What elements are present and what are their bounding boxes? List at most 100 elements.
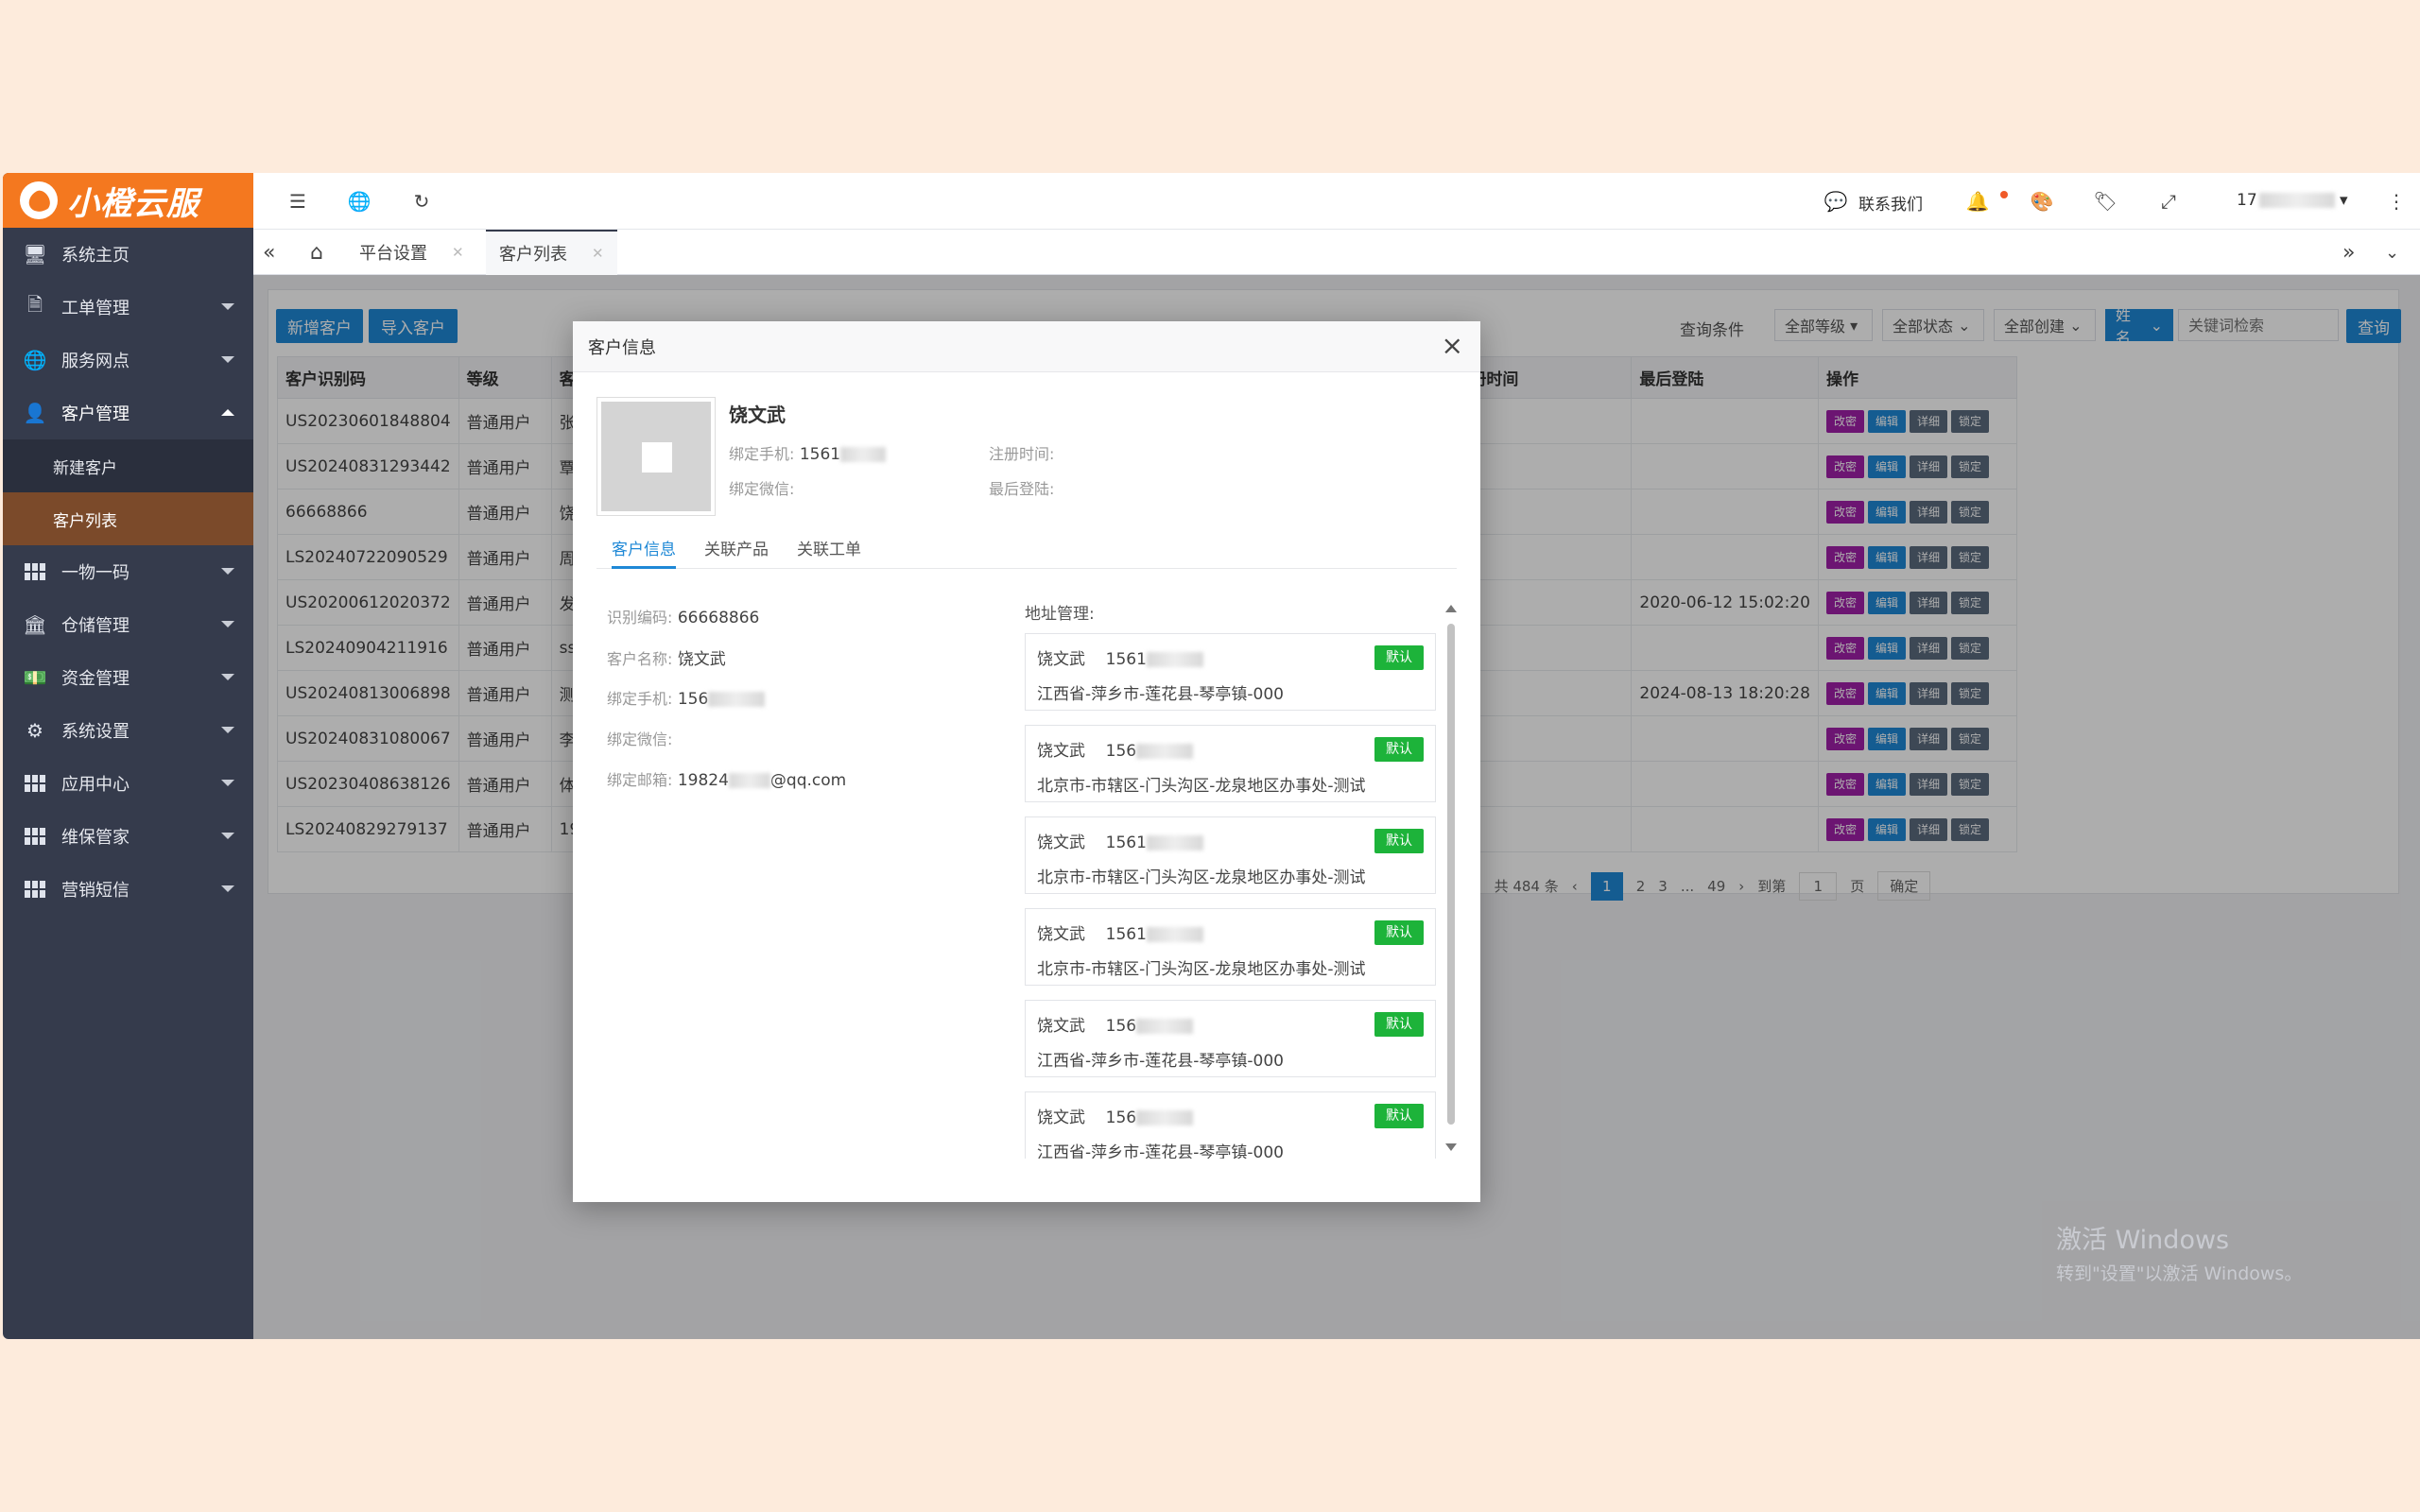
info-label: 绑定邮箱: xyxy=(607,771,673,789)
address-card[interactable]: 饶文武 1561 江西省-萍乡市-莲花县-琴亭镇-000 默认 xyxy=(1025,633,1436,711)
tabs-scroll-left-icon[interactable]: « xyxy=(263,230,275,275)
user-name-text: 17 xyxy=(2237,191,2257,210)
sidebar-item-outlets[interactable]: 🌐 服务网点 xyxy=(3,334,253,387)
address-card[interactable]: 饶文武 1561 北京市-市辖区-门头沟区-龙泉地区办事处-测试 默认 xyxy=(1025,908,1436,986)
info-value-suffix: @qq.com xyxy=(769,771,847,790)
sidebar-item-maintenance[interactable]: 维保管家 xyxy=(3,810,253,863)
header-last-login: 最后登陆: xyxy=(989,476,1054,499)
address-scrollbar[interactable] xyxy=(1443,601,1457,1159)
contact-us-link[interactable]: 联系我们 xyxy=(1858,191,1923,215)
masked-text xyxy=(1146,927,1203,942)
address-text: 北京市-市辖区-门头沟区-龙泉地区办事处-测试 xyxy=(1037,777,1366,796)
modal-title: 客户信息 xyxy=(588,337,656,358)
caret-down-icon xyxy=(221,727,234,733)
address-card[interactable]: 饶文武 1561 北京市-市辖区-门头沟区-龙泉地区办事处-测试 默认 xyxy=(1025,816,1436,894)
sidebar-item-customers[interactable]: 👤 客户管理 xyxy=(3,387,253,439)
header-phone: 绑定手机: 1561 xyxy=(729,441,887,464)
refresh-icon[interactable]: ↻ xyxy=(410,190,433,213)
default-badge: 默认 xyxy=(1374,1012,1424,1037)
sidebar-subitem-customer-list[interactable]: 客户列表 xyxy=(3,492,253,545)
address-phone: 156 xyxy=(1105,742,1137,761)
masked-text xyxy=(1136,744,1194,759)
tab-platform-settings[interactable]: 平台设置 ✕ xyxy=(359,230,464,275)
chevron-down-icon[interactable]: ⌄ xyxy=(2385,230,2399,275)
address-name: 饶文武 xyxy=(1037,833,1085,852)
sidebar-item-home[interactable]: 🖥 系统主页 xyxy=(3,228,253,281)
close-icon[interactable]: × xyxy=(1442,333,1463,359)
watermark-line1: 激活 Windows xyxy=(2056,1226,2230,1255)
sidebar-item-label: 维保管家 xyxy=(61,828,130,848)
more-vertical-icon[interactable]: ⋮ xyxy=(2385,190,2408,213)
tab-related-orders[interactable]: 关联工单 xyxy=(797,531,861,569)
masked-text xyxy=(2258,193,2335,208)
home-icon[interactable]: ⌂ xyxy=(310,230,323,275)
sidebar-item-settings[interactable]: ⚙ 系统设置 xyxy=(3,704,253,757)
tag-icon[interactable]: 🏷 xyxy=(2093,190,2117,213)
tab-label: 平台设置 xyxy=(359,244,427,264)
scroll-down-icon[interactable] xyxy=(1445,1143,1457,1151)
sidebar-subitem-new-customer[interactable]: 新建客户 xyxy=(3,439,253,492)
brand-logo[interactable]: 小橙云服 xyxy=(3,173,253,228)
user-name[interactable]: 17 ▾ xyxy=(2237,191,2348,210)
tabs-scroll-right-icon[interactable]: » xyxy=(2342,230,2355,275)
sidebar-item-apps[interactable]: 应用中心 xyxy=(3,757,253,810)
sidebar-item-qrcode[interactable]: 一物一码 xyxy=(3,545,253,598)
sidebar: 小橙云服 🖥 系统主页 🗎 工单管理 🌐 服务网点 👤 客户管理 新建客户 客户列表 一… xyxy=(3,173,253,1339)
address-phone: 156 xyxy=(1105,1017,1137,1036)
masked-text xyxy=(840,447,887,462)
address-card[interactable]: 饶文武 156 江西省-萍乡市-莲花县-琴亭镇-000 默认 xyxy=(1025,1000,1436,1077)
sidebar-item-label: 应用中心 xyxy=(61,775,130,795)
globe-icon[interactable]: 🌐 xyxy=(348,190,372,213)
menu-toggle-icon[interactable]: ☰ xyxy=(286,190,309,213)
address-card[interactable]: 饶文武 156 江西省-萍乡市-莲花县-琴亭镇-000 默认 xyxy=(1025,1091,1436,1159)
sidebar-item-warehouse[interactable]: 🏛 仓储管理 xyxy=(3,598,253,651)
tab-customer-list[interactable]: 客户列表 ✕ xyxy=(486,230,617,275)
user-icon: 👤 xyxy=(23,402,47,424)
header-wechat-label: 绑定微信: xyxy=(729,480,795,498)
masked-text xyxy=(1146,835,1203,850)
address-name: 饶文武 xyxy=(1037,925,1085,944)
info-value: 66668866 xyxy=(677,609,760,627)
close-icon[interactable]: ✕ xyxy=(452,244,464,261)
masked-text xyxy=(728,773,770,788)
info-label: 绑定手机: xyxy=(607,690,673,708)
caret-down-icon xyxy=(221,356,234,363)
tab-related-products[interactable]: 关联产品 xyxy=(704,531,769,569)
monitor-icon: 🖥 xyxy=(23,243,47,266)
palette-icon[interactable]: 🎨 xyxy=(2031,190,2054,213)
money-icon: 💵 xyxy=(23,666,47,689)
grid-icon xyxy=(24,878,46,901)
customer-info-modal: 客户信息 × 饶文武 绑定手机: 1561 绑定微信: 注册时间: 最后登陆: … xyxy=(573,321,1480,1202)
sidebar-item-label: 仓储管理 xyxy=(61,616,130,636)
address-card[interactable]: 饶文武 156 北京市-市辖区-门头沟区-龙泉地区办事处-测试 默认 xyxy=(1025,725,1436,802)
close-icon[interactable]: ✕ xyxy=(592,245,604,262)
default-badge: 默认 xyxy=(1374,645,1424,670)
sidebar-item-label: 系统主页 xyxy=(61,246,130,266)
fullscreen-icon[interactable]: ⤢ xyxy=(2157,190,2180,213)
info-label: 识别编码: xyxy=(607,609,673,627)
chat-icon[interactable]: 💬 xyxy=(1824,190,1848,213)
caret-down-icon xyxy=(221,303,234,310)
tab-customer-info[interactable]: 客户信息 xyxy=(612,531,676,569)
header-reg-time: 注册时间: xyxy=(989,441,1054,464)
default-badge: 默认 xyxy=(1374,829,1424,853)
globe-icon: 🌐 xyxy=(23,349,47,371)
info-label: 客户名称: xyxy=(607,650,673,668)
header-reg-label: 注册时间: xyxy=(989,445,1055,463)
sidebar-item-label: 一物一码 xyxy=(61,563,130,583)
scroll-up-icon[interactable] xyxy=(1445,605,1457,612)
sidebar-item-label: 系统设置 xyxy=(61,722,130,742)
caret-down-icon xyxy=(221,674,234,680)
sidebar-item-workorder[interactable]: 🗎 工单管理 xyxy=(3,281,253,334)
address-name: 饶文武 xyxy=(1037,650,1085,669)
scroll-thumb[interactable] xyxy=(1447,624,1455,1125)
sidebar-item-label: 营销短信 xyxy=(61,881,130,901)
address-phone: 1561 xyxy=(1105,650,1147,669)
sidebar-item-funds[interactable]: 💵 资金管理 xyxy=(3,651,253,704)
modal-tabs: 客户信息 关联产品 关联工单 xyxy=(596,531,1457,569)
brand-name: 小橙云服 xyxy=(67,184,199,223)
info-label: 绑定微信: xyxy=(607,730,673,748)
bell-icon[interactable]: 🔔 xyxy=(1966,190,1990,213)
masked-text xyxy=(1146,652,1203,667)
sidebar-item-sms[interactable]: 营销短信 xyxy=(3,863,253,916)
